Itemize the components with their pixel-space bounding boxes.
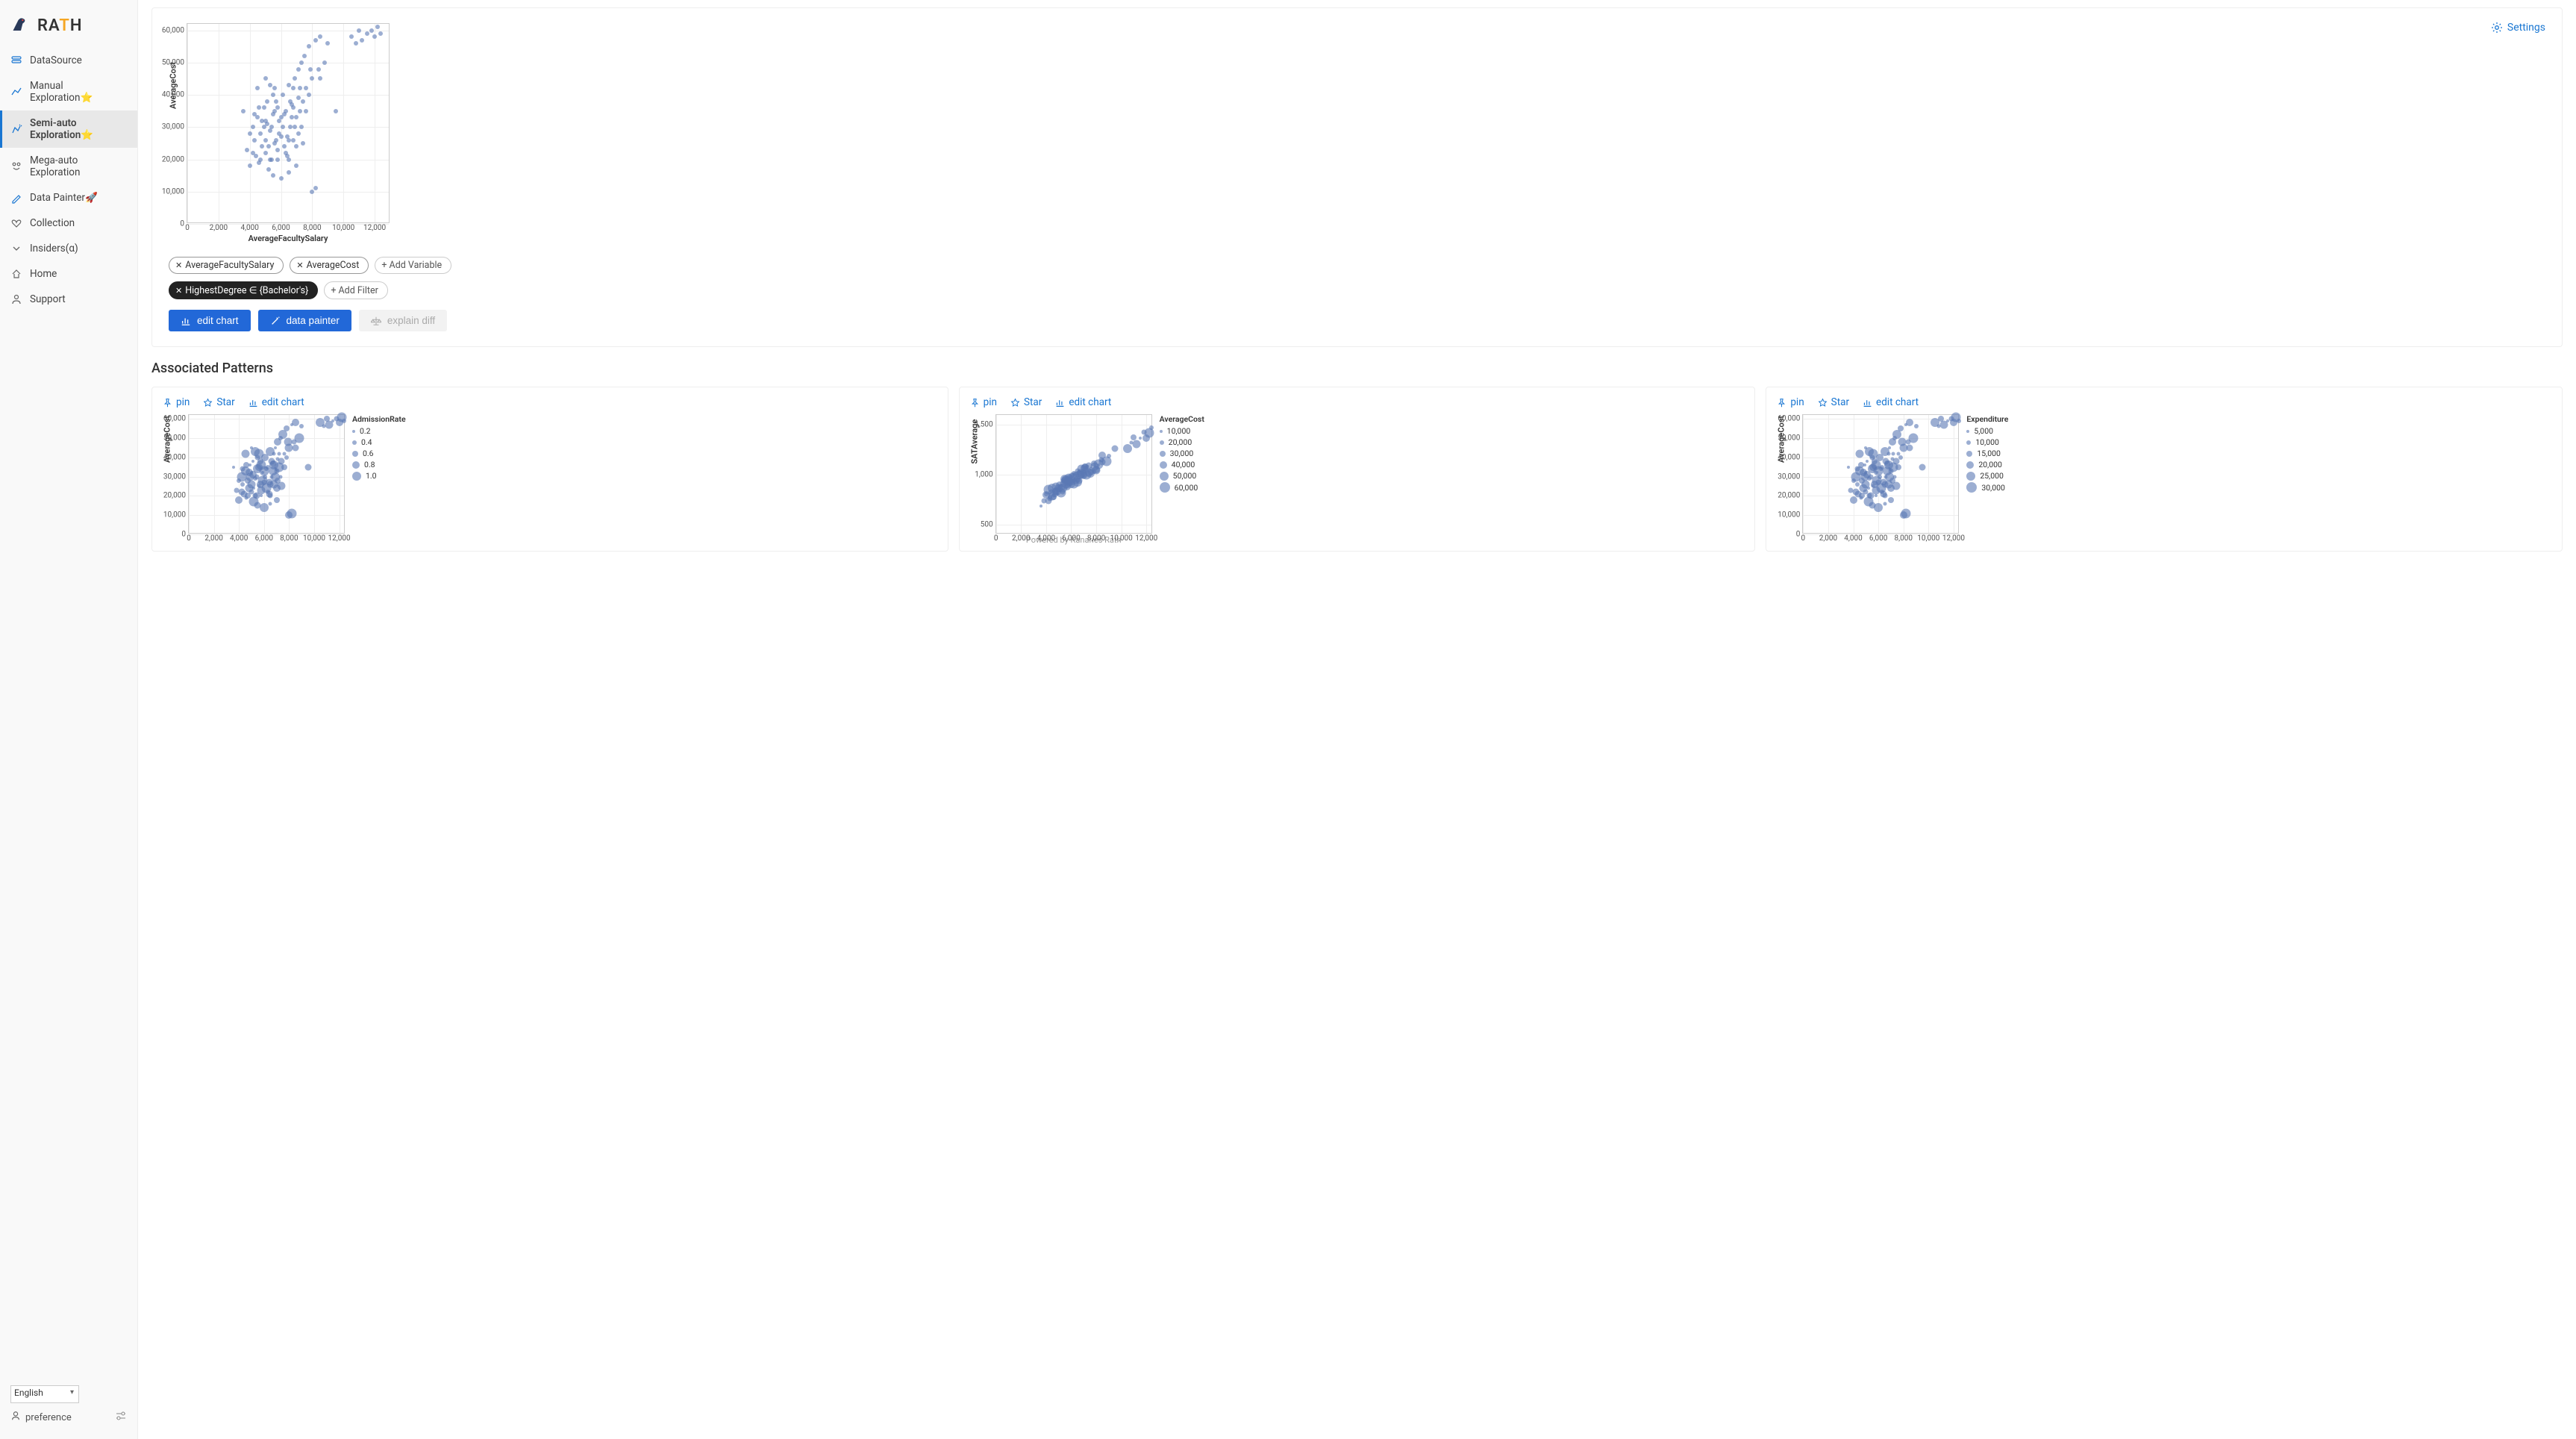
pin-button[interactable]: pin [1777,396,1804,408]
barchart-icon [181,316,191,326]
star-button[interactable]: Star [203,396,234,408]
legend: AdmissionRate0.20.40.60.81.0 [352,414,406,544]
star-button[interactable]: Star [1010,396,1042,408]
nav-label: Support [30,293,66,305]
filter-pill-highestdegree[interactable]: ✕HighestDegree ∈ {Bachelor's} [169,281,318,299]
pattern-card: pinStaredit chartSATAverage5001,0001,500… [959,387,1756,552]
slider-icon [115,1411,127,1423]
mini-plot[interactable]: 010,00020,00030,00040,00050,00060,00002,… [1802,414,1959,534]
add-filter-button[interactable]: + Add Filter [324,281,388,299]
legend: Expenditure5,00010,00015,00020,00025,000… [1966,414,2008,544]
main-plot[interactable]: 010,00020,00030,00040,00050,00060,00002,… [187,23,390,223]
edit-chart-button[interactable]: edit chart [1055,396,1111,408]
gear-icon [2491,22,2503,34]
home-icon [10,268,22,280]
variable-pill-averagefacultysalary[interactable]: ✕AverageFacultySalary [169,257,284,274]
scale-icon [371,316,381,326]
main-content: Settings AverageCost 010,00020,00030,000… [138,0,2576,1439]
nav: DataSource Manual Exploration⭐ Semi-auto E… [0,48,137,1378]
mini-plot[interactable]: 5001,0001,50002,0004,0006,0008,00010,000… [995,414,1152,534]
settings-label: Settings [2507,22,2545,34]
associated-patterns-title: Associated Patterns [151,360,2563,376]
nav-label: Home [30,268,57,280]
close-icon[interactable]: ✕ [175,286,182,296]
nav-label: Collection [30,217,75,229]
nav-label: Mega-auto Exploration [30,154,127,178]
preference-link[interactable]: preference [10,1411,127,1424]
nav-label: DataSource [30,54,82,66]
database-icon [10,54,22,66]
pin-button[interactable]: pin [163,396,190,408]
action-row: edit chart data painter explain diff [169,310,2545,331]
sidebar-item-data-painter-[interactable]: Data Painter🚀 [0,185,137,210]
edit-chart-button[interactable]: edit chart [1863,396,1919,408]
add-variable-button[interactable]: + Add Variable [375,257,451,274]
nav-label: Data Painter🚀 [30,192,98,204]
linechart-icon [10,86,22,98]
close-icon[interactable]: ✕ [175,260,182,270]
chart-xlabel: AverageFacultySalary [187,234,390,243]
nav-label: Manual Exploration⭐ [30,80,127,104]
sidebar-item-semi-auto-exploration-[interactable]: Semi-auto Exploration⭐ [0,110,137,148]
preference-label: preference [25,1412,72,1423]
heart-icon [10,217,22,229]
nav-label: Semi-auto Exploration⭐ [30,117,127,141]
chevron-icon [10,243,22,255]
bird-icon [10,15,31,36]
settings-button[interactable]: Settings [2491,22,2545,34]
sparkle-icon [10,123,22,135]
star-button[interactable]: Star [1818,396,1849,408]
language-select[interactable]: English [10,1385,79,1403]
legend: AverageCost10,00020,00030,00040,00050,00… [1160,414,1204,545]
edit-chart-button[interactable]: edit chart [248,396,304,408]
sidebar-item-insiders-[interactable]: Insiders(α) [0,236,137,261]
wand-icon [270,316,281,326]
sidebar: RATH DataSource Manual Exploration⭐ Semi-a… [0,0,138,1439]
main-chart: AverageCost 010,00020,00030,00040,00050,… [169,23,422,243]
variable-row: ✕AverageFacultySalary ✕AverageCost + Add… [169,257,2545,274]
sidebar-item-mega-auto-exploration[interactable]: Mega-auto Exploration [0,148,137,185]
pattern-card: pinStaredit chartAverageCost010,00020,00… [1766,387,2563,552]
edit-chart-button[interactable]: edit chart [169,310,251,331]
logo-text: RATH [37,16,82,35]
sidebar-item-collection[interactable]: Collection [0,210,137,236]
sidebar-item-support[interactable]: Support [0,287,137,312]
main-card: Settings AverageCost 010,00020,00030,000… [151,7,2563,347]
chart-ylabel: AverageCost [169,62,178,109]
data-painter-button[interactable]: data painter [258,310,351,331]
pattern-card: pinStaredit chartAverageCost010,00020,00… [151,387,948,552]
variable-pill-averagecost[interactable]: ✕AverageCost [290,257,369,274]
sidebar-item-home[interactable]: Home [0,261,137,287]
person-icon [10,1411,21,1424]
mini-plot[interactable]: 010,00020,00030,00040,00050,00060,00002,… [188,414,345,534]
robot-icon [10,160,22,172]
logo: RATH [0,9,137,48]
filter-row: ✕HighestDegree ∈ {Bachelor's} + Add Filt… [169,281,2545,299]
explain-diff-button: explain diff [359,310,447,331]
pin-button[interactable]: pin [970,396,997,408]
sidebar-item-manual-exploration-[interactable]: Manual Exploration⭐ [0,73,137,110]
nav-label: Insiders(α) [30,243,78,255]
pencil-icon [10,192,22,204]
sidebar-item-datasource[interactable]: DataSource [0,48,137,73]
person-icon [10,293,22,305]
close-icon[interactable]: ✕ [296,260,303,270]
pattern-grid: pinStaredit chartAverageCost010,00020,00… [151,387,2563,552]
